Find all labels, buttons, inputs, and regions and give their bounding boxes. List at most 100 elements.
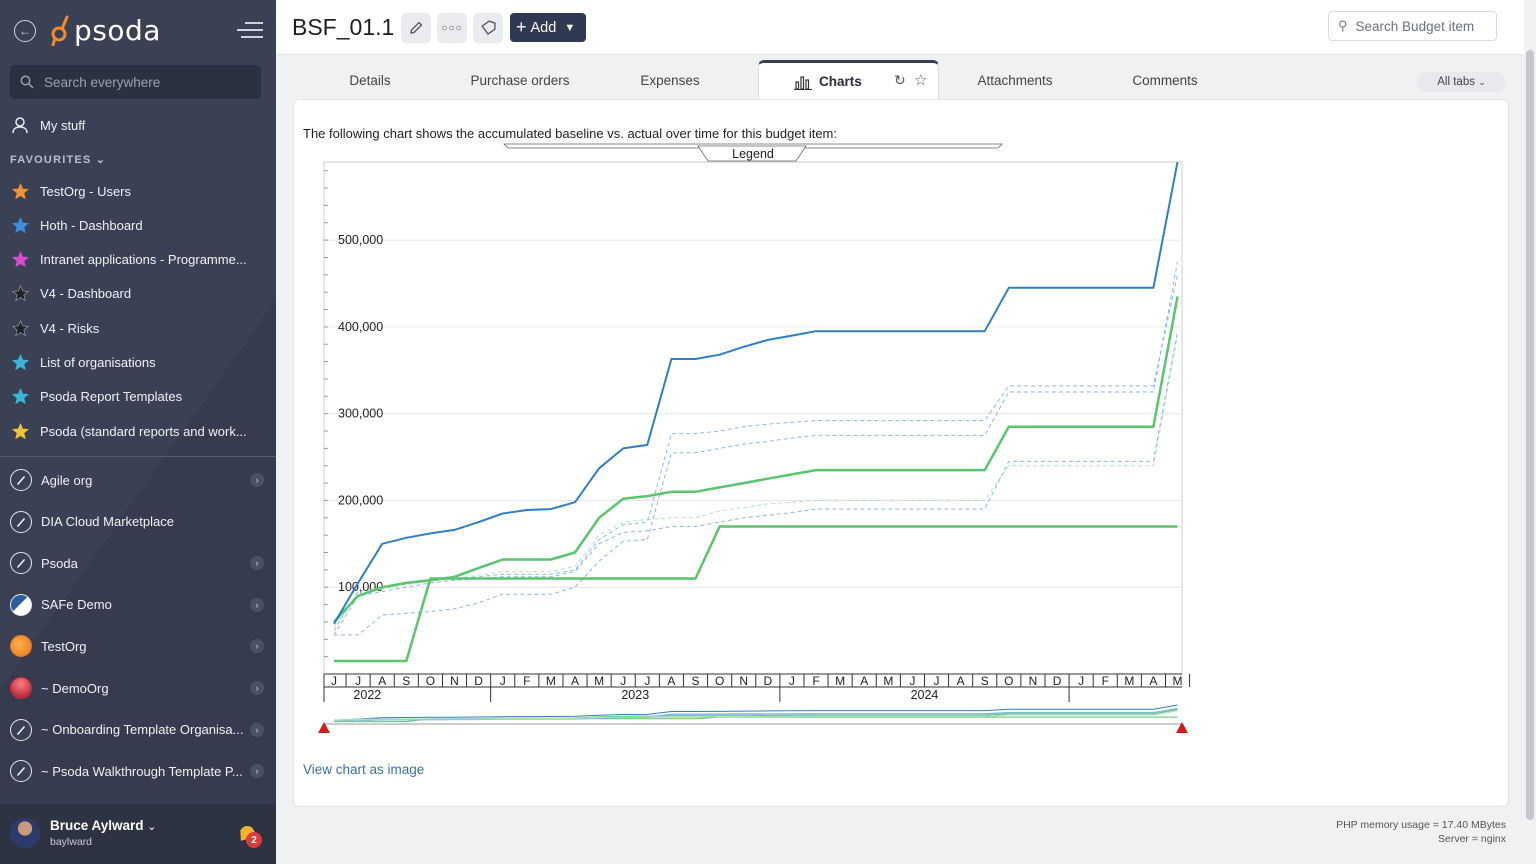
- x-year-label: 2023: [621, 688, 649, 702]
- sidebar-header: ← psoda: [0, 0, 276, 60]
- budget-chart[interactable]: Legend100,000200,000300,000400,000500,00…: [300, 138, 1200, 743]
- sidebar-item-label: My stuff: [40, 117, 86, 133]
- x-month-label: M: [883, 674, 893, 688]
- favourite-item[interactable]: Hoth - Dashboard: [0, 210, 276, 240]
- back-icon[interactable]: ←: [14, 20, 36, 42]
- y-tick-label: 500,000: [338, 233, 383, 247]
- organisation-icon: [10, 469, 32, 491]
- organisation-item[interactable]: SAFe Demo ›: [0, 587, 276, 623]
- favourites-header[interactable]: FAVOURITES ⌄: [10, 153, 106, 166]
- favourite-item[interactable]: V4 - Dashboard: [0, 279, 276, 309]
- x-month-label: S: [692, 674, 700, 688]
- add-button-label: Add: [530, 19, 557, 36]
- user-login: baylward: [50, 836, 93, 848]
- user-name[interactable]: Bruce Aylward ⌄: [50, 818, 157, 833]
- view-chart-as-image-link[interactable]: View chart as image: [303, 762, 424, 777]
- x-year-label: 2022: [353, 688, 381, 702]
- chart-legend[interactable]: Legend: [503, 143, 1003, 162]
- global-search-input[interactable]: Search everywhere: [10, 65, 261, 99]
- x-month-label: A: [860, 674, 868, 688]
- x-month-label: F: [523, 674, 530, 688]
- star-icon[interactable]: ☆: [914, 71, 927, 89]
- app-name: psoda: [74, 13, 161, 47]
- chevron-right-icon[interactable]: ›: [250, 639, 264, 654]
- organisation-item[interactable]: ~ DemoOrg ›: [0, 670, 276, 706]
- x-month-label: J: [934, 674, 940, 688]
- organisation-label: ~ Psoda Walkthrough Template P...: [41, 763, 243, 779]
- chevron-down-icon: ⌄: [1478, 76, 1486, 87]
- star-icon: [10, 215, 30, 235]
- favourites-label: FAVOURITES: [10, 154, 92, 166]
- tab-expenses[interactable]: Expenses: [615, 60, 725, 100]
- tab-attachments[interactable]: Attachments: [955, 60, 1075, 100]
- organisation-label: ~ DemoOrg: [41, 680, 109, 696]
- psoda-logo[interactable]: psoda: [50, 12, 161, 48]
- more-actions-button[interactable]: ○○○: [437, 13, 467, 43]
- tab-label: Purchase orders: [470, 72, 570, 88]
- pencil-icon: [410, 21, 423, 34]
- plot-area: [323, 161, 1183, 675]
- chevron-right-icon[interactable]: ›: [250, 473, 264, 487]
- organisation-item[interactable]: TestOrg ›: [0, 628, 276, 664]
- star-icon: [10, 181, 30, 201]
- tab-purchase-orders[interactable]: Purchase orders: [445, 60, 595, 100]
- page-header: BSF_01.1 ○○○ + Add ▼ ⚲ Search Budget ite…: [276, 0, 1524, 55]
- sidebar-item-my-stuff[interactable]: My stuff: [0, 110, 276, 140]
- refresh-icon[interactable]: ↻: [894, 72, 906, 89]
- favourite-item[interactable]: TestOrg - Users: [0, 176, 276, 206]
- add-button[interactable]: + Add ▼: [510, 13, 586, 42]
- chevron-right-icon[interactable]: ›: [250, 764, 264, 779]
- x-month-label: F: [812, 674, 819, 688]
- tab-comments[interactable]: Comments: [1105, 60, 1225, 100]
- favourite-item[interactable]: V4 - Risks: [0, 313, 276, 343]
- tag-icon: [481, 20, 496, 35]
- organisation-item[interactable]: ~ Psoda Walkthrough Template P... ›: [0, 753, 276, 789]
- legend-label: Legend: [732, 147, 774, 161]
- chevron-right-icon[interactable]: ›: [250, 681, 264, 695]
- organisation-item[interactable]: Psoda ›: [0, 545, 276, 581]
- page-scrollbar-thumb[interactable]: [1526, 50, 1534, 820]
- budget-search-placeholder: Search Budget item: [1355, 18, 1475, 34]
- chevron-right-icon[interactable]: ›: [250, 556, 264, 571]
- tab-charts[interactable]: Charts ↻ ☆: [758, 60, 939, 100]
- x-month-label: D: [474, 674, 483, 688]
- organisation-item[interactable]: ~ Onboarding Template Organisa... ›: [0, 712, 276, 748]
- star-icon: [10, 387, 30, 407]
- favourite-item-label: Hoth - Dashboard: [40, 217, 143, 233]
- user-icon: [10, 115, 30, 135]
- tag-button[interactable]: [473, 13, 503, 43]
- tab-label: Expenses: [640, 72, 700, 88]
- organisation-item[interactable]: DIA Cloud Marketplace: [0, 504, 276, 540]
- favourite-item-label: Psoda Report Templates: [40, 389, 183, 405]
- favourite-item[interactable]: Psoda Report Templates: [0, 382, 276, 412]
- edit-button[interactable]: [401, 13, 431, 43]
- chevron-right-icon[interactable]: ›: [250, 597, 264, 612]
- ellipsis-icon: ○○○: [441, 22, 463, 34]
- chart-navigator[interactable]: [318, 704, 1188, 733]
- favourite-item-label: V4 - Dashboard: [40, 286, 132, 302]
- y-tick-label: 400,000: [338, 320, 383, 334]
- chevron-right-icon[interactable]: ›: [250, 722, 264, 737]
- favourite-item[interactable]: List of organisations: [0, 348, 276, 378]
- organisation-item[interactable]: Agile org ›: [0, 462, 276, 498]
- user-panel[interactable]: Bruce Aylward ⌄ baylward: [0, 804, 276, 864]
- budget-item-search-input[interactable]: ⚲ Search Budget item: [1328, 11, 1497, 41]
- organisation-label: Psoda: [41, 555, 78, 571]
- all-tabs-dropdown[interactable]: All tabs ⌄: [1417, 72, 1506, 92]
- favourite-item-label: V4 - Risks: [40, 320, 100, 336]
- x-month-label: M: [835, 674, 845, 688]
- avatar[interactable]: [10, 818, 40, 848]
- favourite-item[interactable]: Intranet applications - Programme...: [0, 245, 276, 275]
- tab-label: Attachments: [977, 72, 1053, 88]
- search-icon: [20, 75, 34, 89]
- organisation-label: ~ Onboarding Template Organisa...: [41, 722, 244, 738]
- x-month-label: J: [331, 674, 337, 688]
- x-month-label: O: [426, 674, 435, 688]
- tab-details[interactable]: Details: [318, 60, 422, 100]
- x-month-label: N: [739, 674, 748, 688]
- favourite-item[interactable]: Psoda (standard reports and work...: [0, 416, 276, 446]
- x-month-label: M: [1124, 674, 1134, 688]
- tab-label: Details: [349, 72, 391, 88]
- x-month-label: N: [1029, 674, 1038, 688]
- collapse-menu-icon[interactable]: [237, 20, 263, 40]
